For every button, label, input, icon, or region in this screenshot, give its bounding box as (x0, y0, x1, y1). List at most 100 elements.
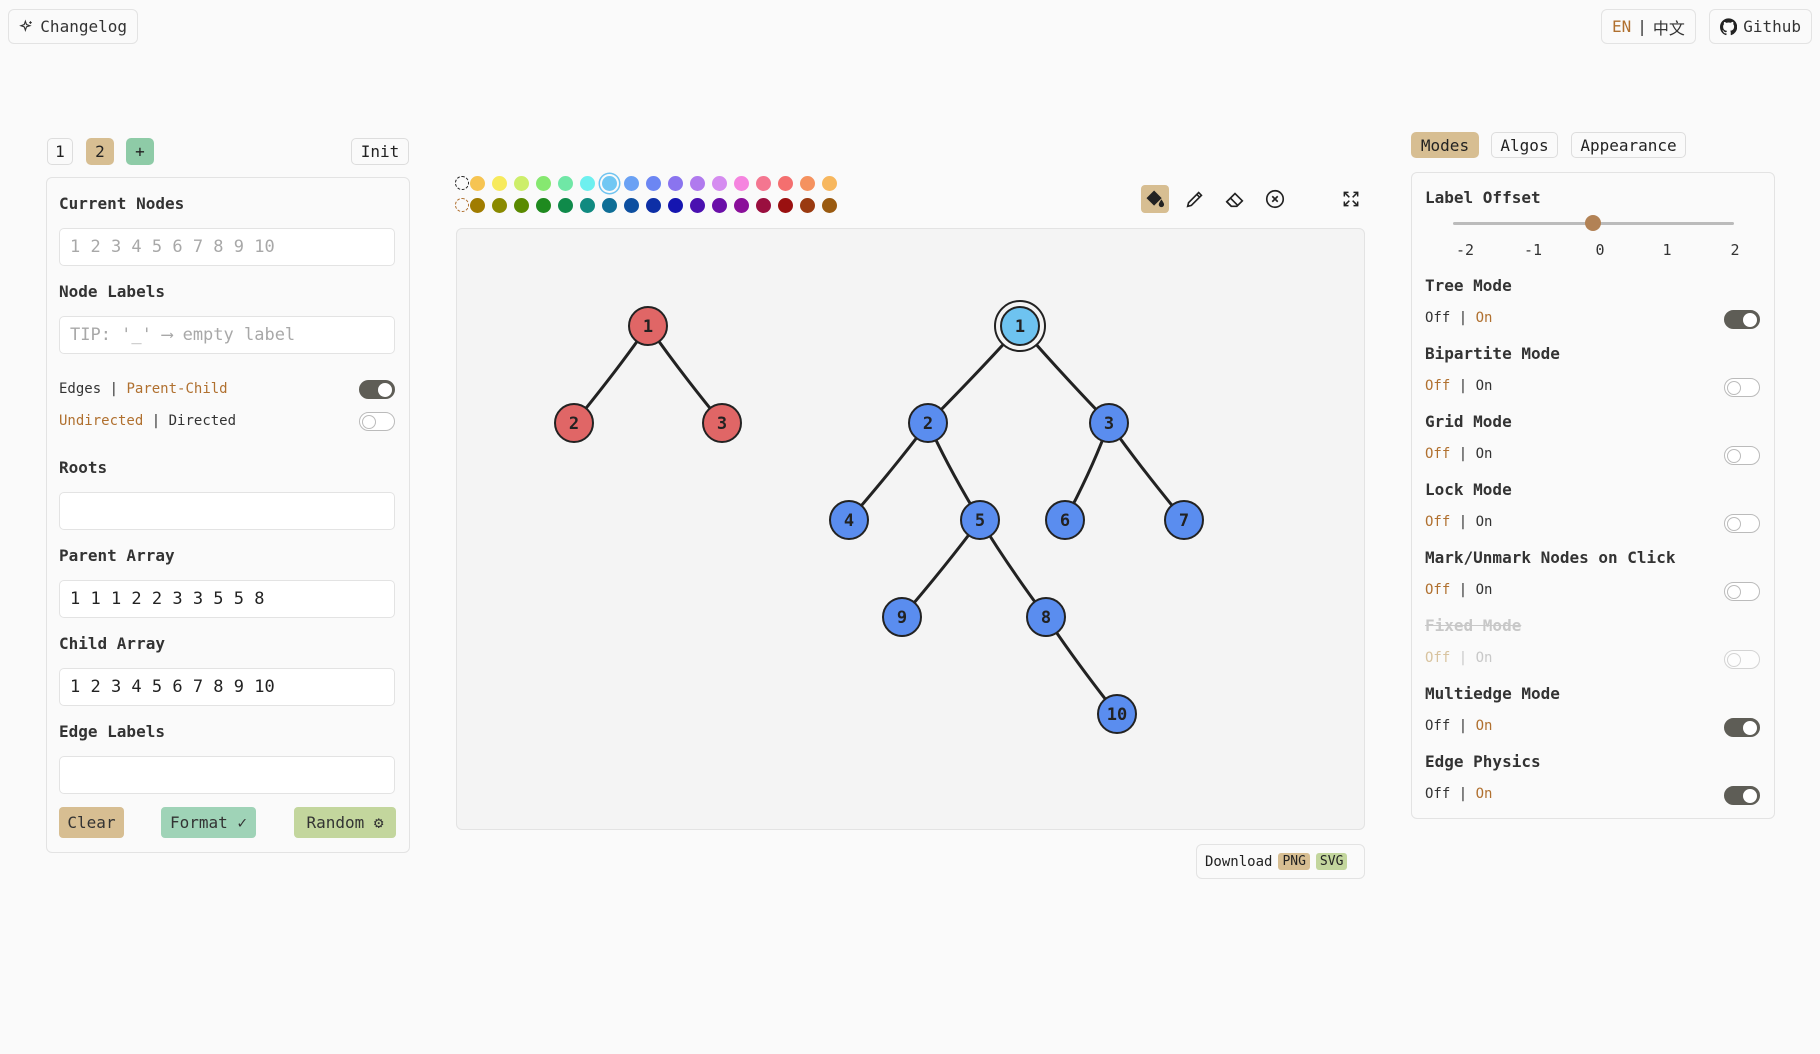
palette-light-color-dot[interactable] (492, 176, 507, 191)
palette-light-color-dot[interactable] (514, 176, 529, 191)
language-switch[interactable]: EN | 中文 (1601, 9, 1696, 44)
download-svg-button[interactable]: SVG (1315, 853, 1348, 870)
palette-light-color-dot[interactable] (580, 176, 595, 191)
graph-tab-1[interactable]: 1 (47, 138, 73, 165)
label-offset-slider-thumb[interactable] (1585, 215, 1601, 231)
edges-toggle[interactable] (359, 380, 395, 399)
lang-sep: | (1637, 17, 1647, 36)
palette-dark-color-dot[interactable] (734, 198, 749, 213)
graph-drawing[interactable]: 1 2 3 1 2 3 4 5 6 7 9 8 10 (457, 229, 1366, 831)
palette-dark-color-dot[interactable] (778, 198, 793, 213)
graph-node[interactable]: 1 (628, 306, 668, 346)
palette-dark-color-dot[interactable] (492, 198, 507, 213)
graph-node[interactable]: 3 (1089, 403, 1129, 443)
palette-dark-color-dot[interactable] (536, 198, 551, 213)
palette-dark-color-dot[interactable] (756, 198, 771, 213)
format-button[interactable]: Format ✓ (161, 807, 256, 838)
palette-dark-color-dot[interactable] (690, 198, 705, 213)
palette-light-color-dot[interactable] (756, 176, 771, 191)
palette-dark-color-dot[interactable] (624, 198, 639, 213)
graph-canvas[interactable]: 1 2 3 1 2 3 4 5 6 7 9 8 10 (456, 228, 1365, 830)
github-button[interactable]: Github (1709, 9, 1812, 44)
init-button[interactable]: Init (351, 138, 409, 165)
mode-toggle[interactable] (1724, 310, 1760, 329)
graph-node[interactable]: 6 (1045, 500, 1085, 540)
palette-dark-color-dot[interactable] (514, 198, 529, 213)
tab-appearance[interactable]: Appearance (1571, 132, 1686, 158)
child-array-input[interactable]: 1 2 3 4 5 6 7 8 9 10 (59, 668, 395, 706)
mode-toggle[interactable] (1724, 378, 1760, 397)
changelog-button[interactable]: Changelog (8, 9, 138, 44)
mode-toggle[interactable] (1724, 446, 1760, 465)
node-label: 2 (569, 414, 579, 434)
graph-node[interactable]: 3 (702, 403, 742, 443)
graph-node[interactable]: 1 (994, 300, 1046, 352)
mode-toggle[interactable] (1724, 582, 1760, 601)
graph-node[interactable]: 10 (1097, 694, 1137, 734)
tab-modes[interactable]: Modes (1411, 132, 1479, 158)
mode-toggle[interactable] (1724, 650, 1760, 669)
mode-toggle[interactable] (1724, 514, 1760, 533)
pencil-icon (1186, 191, 1203, 208)
palette-light-color-dot[interactable] (734, 176, 749, 191)
palette-dark-color-dot[interactable] (646, 198, 661, 213)
palette-light-color-dot[interactable] (668, 176, 683, 191)
add-graph-button[interactable]: + (126, 138, 154, 165)
graph-node[interactable]: 4 (829, 500, 869, 540)
palette-dark-color-dot[interactable] (470, 198, 485, 213)
graph-node[interactable]: 7 (1164, 500, 1204, 540)
graph-node[interactable]: 8 (1026, 597, 1066, 637)
graph-node[interactable]: 9 (882, 597, 922, 637)
palette-dark-color-dot[interactable] (580, 198, 595, 213)
eraser-tool-button[interactable] (1221, 185, 1249, 213)
node-label: 1 (643, 317, 653, 337)
palette-light-color-dot[interactable] (624, 176, 639, 191)
mode-toggle[interactable] (1724, 718, 1760, 737)
clear-tool-button[interactable] (1261, 185, 1289, 213)
palette-light-color-dot[interactable] (602, 176, 617, 191)
node-label: 1 (1015, 317, 1025, 337)
pen-tool-button[interactable] (1181, 185, 1209, 213)
lang-zh[interactable]: 中文 (1653, 15, 1685, 39)
palette-dark-color-dot[interactable] (800, 198, 815, 213)
palette-light-color-dot[interactable] (470, 176, 485, 191)
mode-title: Lock Mode (1425, 480, 1512, 499)
fullscreen-button[interactable] (1337, 185, 1365, 213)
palette-dark-color-dot[interactable] (558, 198, 573, 213)
mode-toggle[interactable] (1724, 786, 1760, 805)
palette-dark-color-dot[interactable] (712, 198, 727, 213)
palette-dark-color-dot[interactable] (822, 198, 837, 213)
mode-sep: | (1450, 582, 1476, 598)
fill-tool-button[interactable] (1141, 185, 1169, 213)
palette-light-color-dot[interactable] (646, 176, 661, 191)
palette-dark-color-dot[interactable] (602, 198, 617, 213)
palette-light-color-dot[interactable] (822, 176, 837, 191)
directed-toggle[interactable] (359, 412, 395, 431)
tab-algos[interactable]: Algos (1491, 132, 1558, 158)
palette-light-color-dot[interactable] (778, 176, 793, 191)
palette-light-color-dot[interactable] (536, 176, 551, 191)
palette-light-color-dot[interactable] (800, 176, 815, 191)
mode-off-label: Off (1425, 786, 1451, 802)
palette-light-color-dot[interactable] (558, 176, 573, 191)
clear-color-dot[interactable] (455, 176, 469, 190)
palette-light-color-dot[interactable] (712, 176, 727, 191)
graph-tab-2[interactable]: 2 (86, 138, 114, 165)
graph-node[interactable]: 5 (960, 500, 1000, 540)
parent-array-input[interactable]: 1 1 1 2 2 3 3 5 5 8 (59, 580, 395, 618)
node-label: 5 (975, 511, 985, 531)
random-button[interactable]: Random ⚙ (294, 807, 396, 838)
roots-input[interactable] (59, 492, 395, 530)
download-png-button[interactable]: PNG (1278, 853, 1310, 870)
palette-light-color-dot[interactable] (690, 176, 705, 191)
clear-stroke-dot[interactable] (455, 198, 469, 212)
undirected-label: Undirected (59, 413, 144, 429)
graph-node[interactable]: 2 (908, 403, 948, 443)
clear-button[interactable]: Clear (59, 807, 124, 838)
graph-node[interactable]: 2 (554, 403, 594, 443)
lang-en[interactable]: EN (1612, 17, 1631, 36)
edge-labels-input[interactable] (59, 756, 395, 794)
node-labels-input[interactable]: TIP: '_' ⟶ empty label (59, 316, 395, 354)
current-nodes-input[interactable]: 1 2 3 4 5 6 7 8 9 10 (59, 228, 395, 266)
palette-dark-color-dot[interactable] (668, 198, 683, 213)
